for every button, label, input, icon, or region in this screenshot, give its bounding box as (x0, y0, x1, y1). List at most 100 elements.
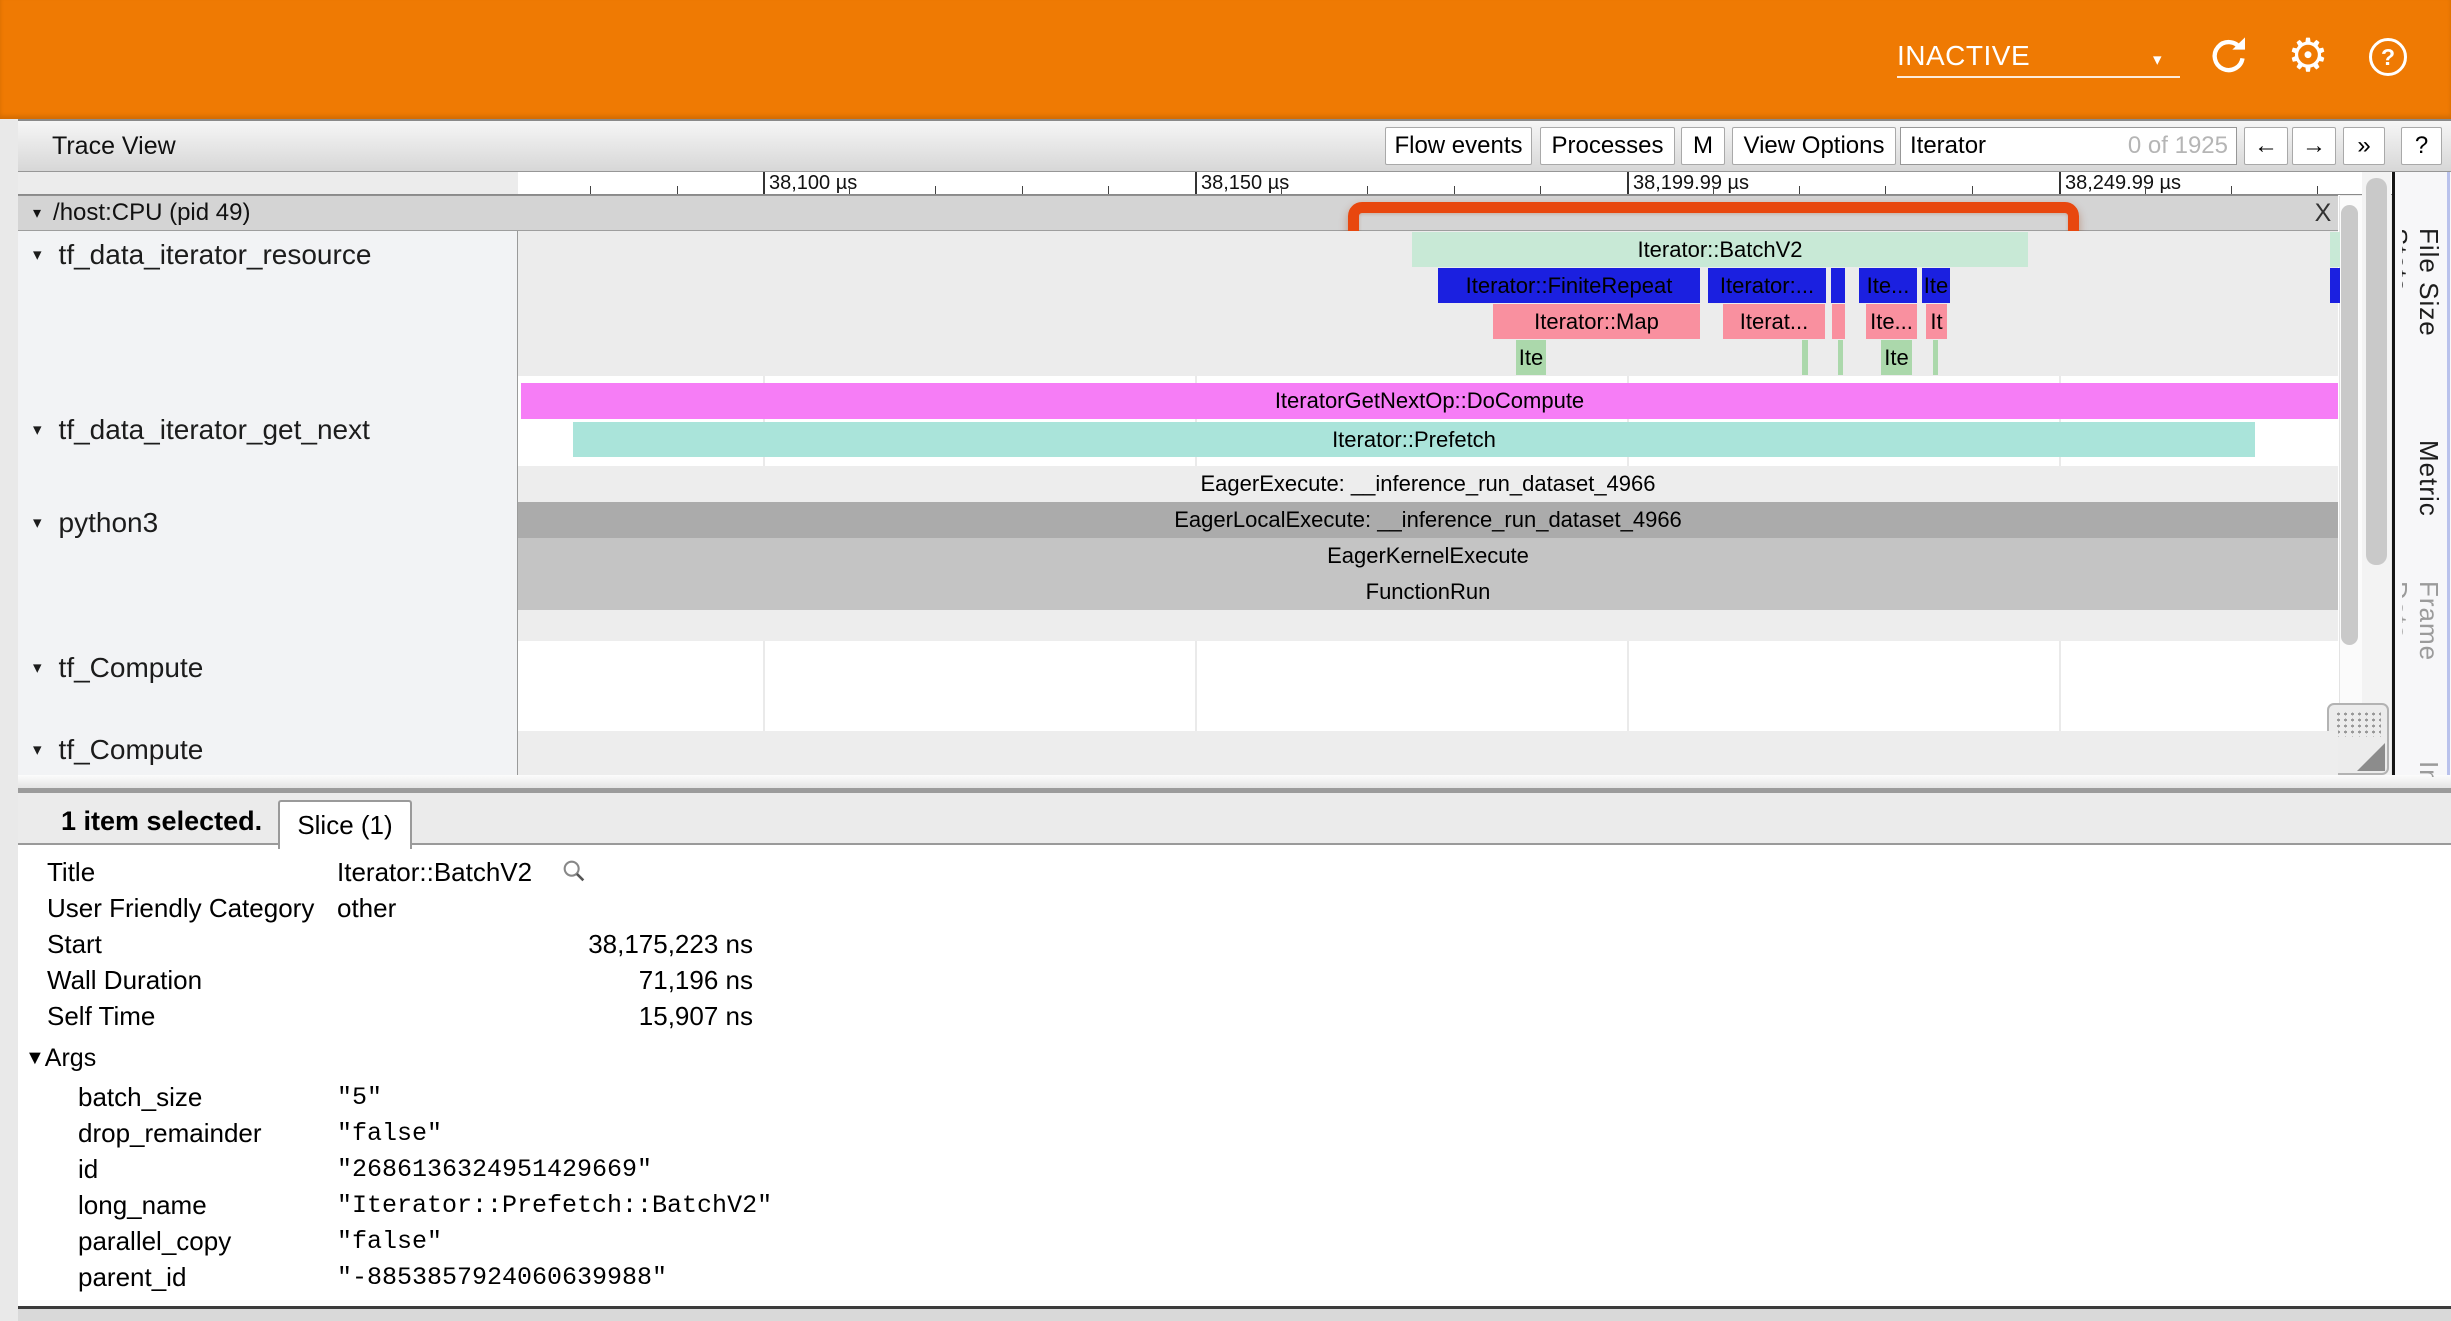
toolbar-button-flow-events[interactable]: Flow events (1385, 127, 1532, 165)
collapse-triangle-icon[interactable]: ▾ (33, 513, 42, 533)
process-group-label: /host:CPU (pid 49) (53, 199, 250, 227)
ruler-minor-tick (677, 186, 678, 194)
ruler-minor-tick (1972, 186, 1973, 194)
collapse-triangle-icon[interactable]: ▾ (33, 740, 42, 760)
trace-slice[interactable] (2330, 232, 2340, 267)
search-value: Iterator (1910, 132, 2128, 160)
trace-slice[interactable]: Ite... (1866, 304, 1917, 339)
status-dropdown[interactable]: INACTIVE ▾ (1897, 36, 2180, 78)
help-icon[interactable]: ? (2369, 38, 2407, 76)
detail-value: other (337, 890, 396, 926)
args-section-label: Args (45, 1044, 96, 1073)
trace-viewer-app: INACTIVE ▾ ⚙ ? Trace View Iterator 0 of … (0, 0, 2451, 1321)
collapse-triangle-icon[interactable]: ▾ (33, 420, 42, 440)
sidebar-track-tf_data_iterator_get_next-1[interactable]: ▾tf_data_iterator_get_next (26, 413, 506, 447)
trace-slice[interactable]: Iterator::Prefetch (573, 422, 2255, 457)
trace-slice[interactable]: Ite (1516, 340, 1546, 375)
ruler-minor-tick (2145, 186, 2146, 194)
selection-summary: 1 item selected. (61, 806, 262, 836)
trace-slice[interactable] (1832, 304, 1845, 339)
collapse-triangle-icon[interactable]: ▾ (33, 203, 41, 223)
collapse-triangle-icon[interactable]: ▾ (33, 658, 42, 678)
sidebar-track-python3-2[interactable]: ▾ python3 (26, 506, 506, 540)
trace-slice[interactable]: Ite... (1859, 268, 1917, 303)
toolbar-button-view-options[interactable]: View Options (1732, 127, 1896, 165)
search-nav-button-0[interactable]: ← (2244, 127, 2288, 165)
ruler-minor-tick (849, 186, 850, 194)
search-nav-button-2[interactable]: » (2343, 127, 2385, 165)
track-label: tf_Compute (59, 734, 204, 766)
detail-value: Iterator::BatchV2 (337, 854, 532, 890)
inner-scrollbar-thumb[interactable] (2341, 205, 2358, 645)
search-nav-button-3[interactable]: ? (2401, 127, 2442, 165)
magnifier-icon[interactable] (560, 857, 588, 885)
sidebar-track-tf_data_iterator_resource-0[interactable]: ▾ tf_data_iterator_resource (26, 238, 506, 272)
track-label: python3 (59, 507, 159, 539)
trace-slice[interactable]: Iterator::Map (1493, 304, 1700, 339)
track-label-gutter (18, 195, 518, 777)
ruler-minor-tick (2317, 186, 2318, 194)
ruler-minor-tick (1799, 186, 1800, 194)
settings-gear-icon[interactable]: ⚙ (2286, 31, 2330, 79)
trace-slice[interactable]: Iterator::FiniteRepeat (1438, 268, 1700, 303)
trace-slice[interactable]: Ite (1922, 268, 1950, 303)
sidebar-track-tf_Compute-4[interactable]: ▾ tf_Compute (26, 733, 506, 767)
ruler-minor-tick (2231, 186, 2232, 194)
trace-slice[interactable]: Iterat... (1723, 304, 1825, 339)
arg-value: "2686136324951429669" (337, 1151, 652, 1187)
side-tab-metrics[interactable]: Metrics (2402, 440, 2444, 515)
trace-slice[interactable]: Iterator::BatchV2 (1412, 232, 2028, 267)
toolbar-button-processes[interactable]: Processes (1540, 127, 1675, 165)
arg-label-drop_remainder: drop_remainder (78, 1115, 262, 1151)
trace-slice[interactable]: Iterator:... (1708, 268, 1826, 303)
args-collapse-triangle-icon[interactable]: ▼ (25, 1047, 45, 1070)
trace-slice[interactable] (2330, 268, 2340, 303)
ruler-major-tick (1195, 172, 1197, 194)
sidebar-track-tf_Compute-3[interactable]: ▾tf_Compute (26, 651, 506, 685)
ruler-minor-tick (1022, 186, 1023, 194)
search-nav-button-1[interactable]: → (2292, 127, 2336, 165)
arg-label-batch_size: batch_size (78, 1079, 202, 1115)
arg-label-long_name: long_name (78, 1187, 207, 1223)
arg-value: "-8853857924060639988" (337, 1259, 667, 1295)
trace-slice[interactable] (1838, 340, 1843, 375)
arg-label-parallel_copy: parallel_copy (78, 1223, 231, 1259)
row-band (518, 610, 2338, 641)
trace-slice[interactable]: EagerExecute: __inference_run_dataset_49… (518, 466, 2338, 502)
args-section-header[interactable]: ▼Args (25, 1040, 96, 1076)
arg-value: "Iterator::Prefetch::BatchV2" (337, 1187, 772, 1223)
trace-slice[interactable]: EagerLocalExecute: __inference_run_datas… (518, 502, 2338, 538)
search-input[interactable]: Iterator 0 of 1925 (1900, 127, 2237, 165)
detail-value: 38,175,223 ns (337, 926, 753, 962)
side-tab-file-size-stats[interactable]: File Size Stats (2402, 228, 2444, 368)
track-label: tf_data_iterator_resource (59, 239, 372, 271)
trace-slice[interactable]: EagerKernelExecute (518, 538, 2338, 574)
tab-slice[interactable]: Slice (1) (278, 800, 412, 849)
window-bottom-margin (18, 1309, 2451, 1321)
ruler-major-tick (1627, 172, 1629, 194)
trace-slice[interactable]: IteratorGetNextOp::DoCompute (521, 383, 2338, 419)
ruler-tick-label: 38,199.99 µs (1633, 172, 1749, 195)
trace-slice[interactable] (1802, 340, 1808, 375)
side-tab-frame-data[interactable]: Frame Data (2402, 581, 2444, 686)
arg-label-parent_id: parent_id (78, 1259, 186, 1295)
outer-scrollbar-thumb[interactable] (2366, 178, 2387, 565)
row-band (518, 731, 2338, 775)
ruler-minor-tick (1540, 186, 1541, 194)
collapse-triangle-icon[interactable]: ▾ (33, 245, 42, 265)
trace-slice[interactable] (1933, 340, 1938, 375)
page-title: Trace View (52, 130, 176, 162)
toolbar-button-m[interactable]: M (1681, 127, 1725, 165)
trace-slice[interactable]: Ite (1881, 340, 1912, 375)
trace-slice[interactable]: FunctionRun (518, 574, 2338, 610)
trace-slice[interactable] (1831, 268, 1845, 303)
status-dropdown-value: INACTIVE (1897, 40, 2030, 72)
close-process-button[interactable]: X (2308, 198, 2338, 228)
side-tab-in[interactable]: In (2402, 761, 2444, 777)
panel-splitter[interactable] (18, 775, 2451, 788)
ruler-minor-tick (935, 186, 936, 194)
ruler-minor-tick (1713, 186, 1714, 194)
arg-value: "5" (337, 1079, 382, 1115)
trace-slice[interactable]: It (1926, 304, 1947, 339)
refresh-icon[interactable] (2207, 35, 2249, 77)
